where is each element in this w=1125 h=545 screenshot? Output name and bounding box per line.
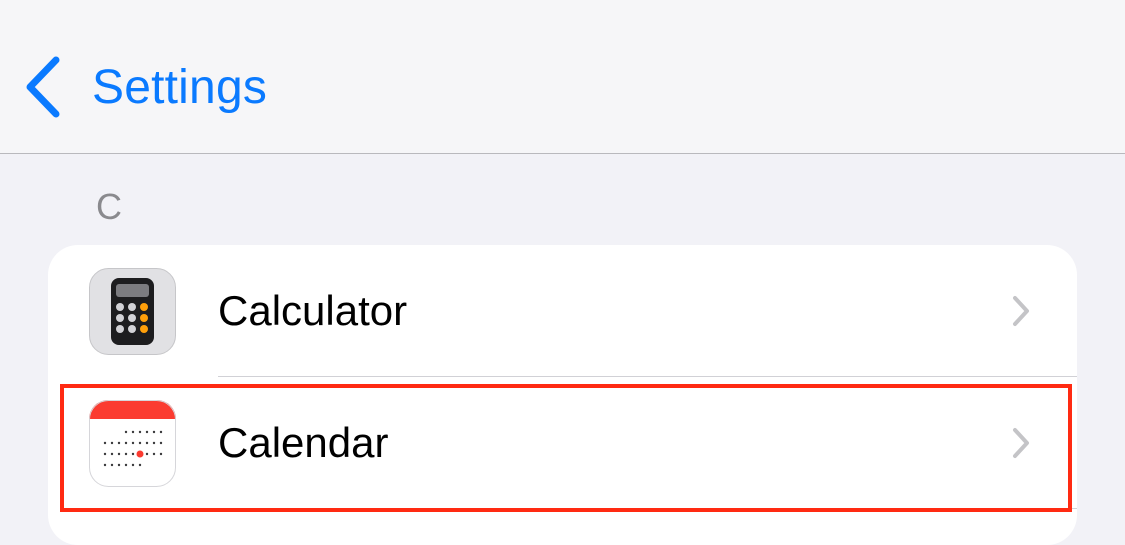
navigation-bar: Settings [0,0,1125,154]
section-header: C [96,186,122,227]
list-item-calendar[interactable]: Calendar [48,377,1077,509]
chevron-right-icon [1013,428,1029,458]
back-button-label: Settings [92,60,268,114]
list-item-label: Calculator [218,287,408,334]
list-item-label: Calendar [218,419,389,466]
chevron-left-icon [26,56,60,118]
calculator-icon [89,268,176,355]
row-divider [218,508,1077,509]
list-item-calculator[interactable]: Calculator [48,245,1077,377]
back-button[interactable]: Settings [24,52,267,122]
app-list: Calculator Calendar [48,245,1077,545]
calendar-icon [89,400,176,487]
chevron-right-icon [1013,296,1029,326]
